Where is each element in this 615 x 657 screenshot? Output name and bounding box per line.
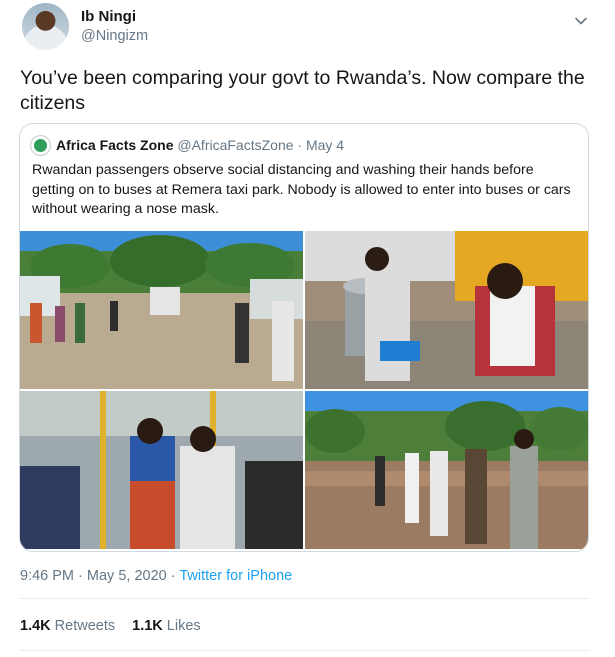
quoted-handle[interactable]: @AfricaFactsZone	[177, 137, 293, 153]
divider	[20, 598, 590, 599]
timestamp-separator: ·	[170, 568, 176, 584]
retweets-count: 1.4K	[20, 618, 51, 634]
timestamp-separator: ·	[78, 568, 83, 584]
author-display-name[interactable]: Ib Ningi	[81, 8, 136, 25]
photo-grid	[20, 231, 588, 551]
tweet-date: May 5, 2020	[86, 568, 167, 584]
likes-stat[interactable]: 1.1K Likes	[132, 618, 201, 634]
tweet-text: You’ve been comparing your govt to Rwand…	[20, 67, 585, 114]
retweets-label: Retweets	[54, 618, 116, 634]
retweets-stat[interactable]: 1.4K Retweets	[20, 618, 115, 634]
hand-washing-photo[interactable]	[305, 231, 588, 389]
quoted-date[interactable]: May 4	[306, 137, 344, 153]
tweet-timestamp[interactable]: 9:46 PM · May 5, 2020 · Twitter for iPho…	[20, 568, 292, 584]
tweet-time: 9:46 PM	[20, 568, 74, 584]
divider	[20, 650, 590, 651]
bus-queue-photo[interactable]	[20, 231, 303, 389]
chevron-down-icon[interactable]	[574, 14, 588, 28]
likes-label: Likes	[166, 618, 201, 634]
quoted-tweet-card[interactable]: Africa Facts Zone @AfricaFactsZone · May…	[19, 123, 589, 552]
quoted-tweet-header: Africa Facts Zone @AfricaFactsZone · May…	[56, 137, 344, 153]
quoted-separator: ·	[297, 137, 303, 153]
author-handle[interactable]: @Ningizm	[81, 28, 148, 44]
street-queue-photo[interactable]	[305, 391, 588, 549]
likes-count: 1.1K	[132, 618, 163, 634]
author-avatar[interactable]	[22, 3, 69, 50]
tweet-source-link[interactable]: Twitter for iPhone	[179, 568, 292, 584]
bus-interior-photo[interactable]	[20, 391, 303, 549]
quoted-author-avatar[interactable]	[31, 136, 50, 155]
quoted-tweet-text: Rwandan passengers observe social distan…	[32, 162, 571, 217]
tweet-stats: 1.4K Retweets 1.1K Likes	[20, 618, 201, 634]
quoted-display-name[interactable]: Africa Facts Zone	[56, 137, 173, 153]
